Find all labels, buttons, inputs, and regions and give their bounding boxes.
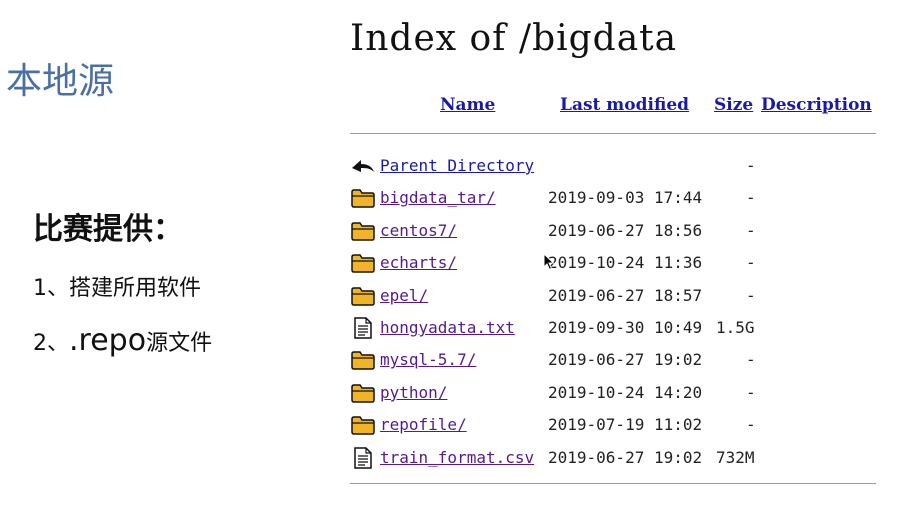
last-modified-value: 2019-06-27 18:56 bbox=[548, 220, 703, 240]
header-divider bbox=[350, 133, 876, 134]
folder-icon bbox=[350, 285, 376, 307]
footer-divider bbox=[350, 483, 876, 484]
bullet-point-2: 2、.repo源文件 bbox=[33, 323, 212, 358]
bullet-point-2-prefix: 2、 bbox=[33, 331, 69, 356]
file-row: bigdata_tar/2019-09-03 17:44 - bbox=[348, 185, 878, 211]
size-value: 732M bbox=[716, 447, 755, 467]
size-value: - bbox=[746, 285, 756, 305]
file-link[interactable]: hongyadata.txt bbox=[380, 318, 515, 337]
folder-icon bbox=[350, 382, 376, 404]
size-value: - bbox=[746, 156, 756, 175]
parent-directory-icon bbox=[350, 155, 376, 177]
file-link[interactable]: echarts/ bbox=[380, 253, 457, 272]
slide-title: 本地源 bbox=[6, 61, 115, 102]
last-modified-value: 2019-09-03 17:44 bbox=[548, 188, 703, 208]
file-row: epel/2019-06-27 18:57 - bbox=[348, 283, 878, 309]
bullet-point-2-repo: .repo bbox=[69, 323, 147, 358]
last-modified-value: 2019-06-27 18:57 bbox=[548, 285, 703, 305]
text-file-icon bbox=[350, 446, 376, 469]
file-link[interactable]: centos7/ bbox=[380, 221, 457, 240]
slide-heading: 比赛提供： bbox=[33, 212, 183, 247]
file-link[interactable]: bigdata_tar/ bbox=[380, 188, 496, 207]
last-modified-value: 2019-09-30 10:49 bbox=[548, 318, 703, 337]
file-link[interactable]: repofile/ bbox=[380, 415, 467, 434]
directory-listing: Index of /bigdata Name Last modified Siz… bbox=[348, 0, 880, 505]
folder-icon bbox=[350, 220, 376, 242]
file-row: echarts/2019-10-24 11:36 - bbox=[348, 250, 878, 276]
file-row: repofile/2019-07-19 11:02 - bbox=[348, 412, 878, 438]
sort-by-name-link[interactable]: Name bbox=[440, 95, 495, 115]
text-file-icon bbox=[350, 317, 376, 339]
sort-by-description-link[interactable]: Description bbox=[761, 95, 872, 115]
file-row: Parent Directory - bbox=[348, 153, 878, 179]
folder-icon bbox=[350, 187, 376, 209]
folder-icon bbox=[350, 349, 376, 371]
file-link[interactable]: mysql-5.7/ bbox=[380, 350, 476, 369]
size-value: - bbox=[746, 253, 756, 273]
last-modified-value: 2019-10-24 11:36 bbox=[548, 253, 703, 273]
file-row: python/2019-10-24 14:20 - bbox=[348, 380, 878, 406]
file-row: centos7/2019-06-27 18:56 - bbox=[348, 218, 878, 244]
file-link[interactable]: train_format.csv bbox=[380, 448, 534, 467]
last-modified-value: 2019-06-27 19:02 bbox=[548, 447, 703, 467]
size-value: - bbox=[746, 188, 756, 208]
last-modified-value: 2019-06-27 19:02 bbox=[548, 350, 703, 370]
file-row: train_format.csv 2019-06-27 19:02 732M bbox=[348, 445, 878, 471]
bullet-point-2-suffix: 源文件 bbox=[146, 331, 213, 356]
size-value: - bbox=[746, 415, 756, 435]
sort-by-last-modified-link[interactable]: Last modified bbox=[560, 95, 689, 115]
file-link[interactable]: python/ bbox=[380, 383, 447, 402]
last-modified-value: 2019-07-19 11:02 bbox=[548, 415, 703, 435]
bullet-point-1: 1、搭建所用软件 bbox=[33, 276, 201, 301]
last-modified-value: 2019-10-24 14:20 bbox=[548, 382, 703, 402]
size-value: - bbox=[746, 382, 756, 402]
folder-icon bbox=[350, 252, 376, 274]
file-row: hongyadata.txt 2019-09-30 10:49 1.5G bbox=[348, 315, 878, 341]
folder-icon bbox=[350, 414, 376, 436]
file-link[interactable]: Parent Directory bbox=[380, 156, 534, 175]
mouse-cursor-icon bbox=[543, 253, 555, 271]
file-link[interactable]: epel/ bbox=[380, 286, 428, 305]
listing-title: Index of /bigdata bbox=[350, 18, 678, 59]
size-value: 1.5G bbox=[716, 318, 755, 337]
size-value: - bbox=[746, 350, 756, 370]
size-value: - bbox=[746, 220, 756, 240]
file-row: mysql-5.7/2019-06-27 19:02 - bbox=[348, 347, 878, 373]
sort-by-size-link[interactable]: Size bbox=[714, 95, 753, 115]
